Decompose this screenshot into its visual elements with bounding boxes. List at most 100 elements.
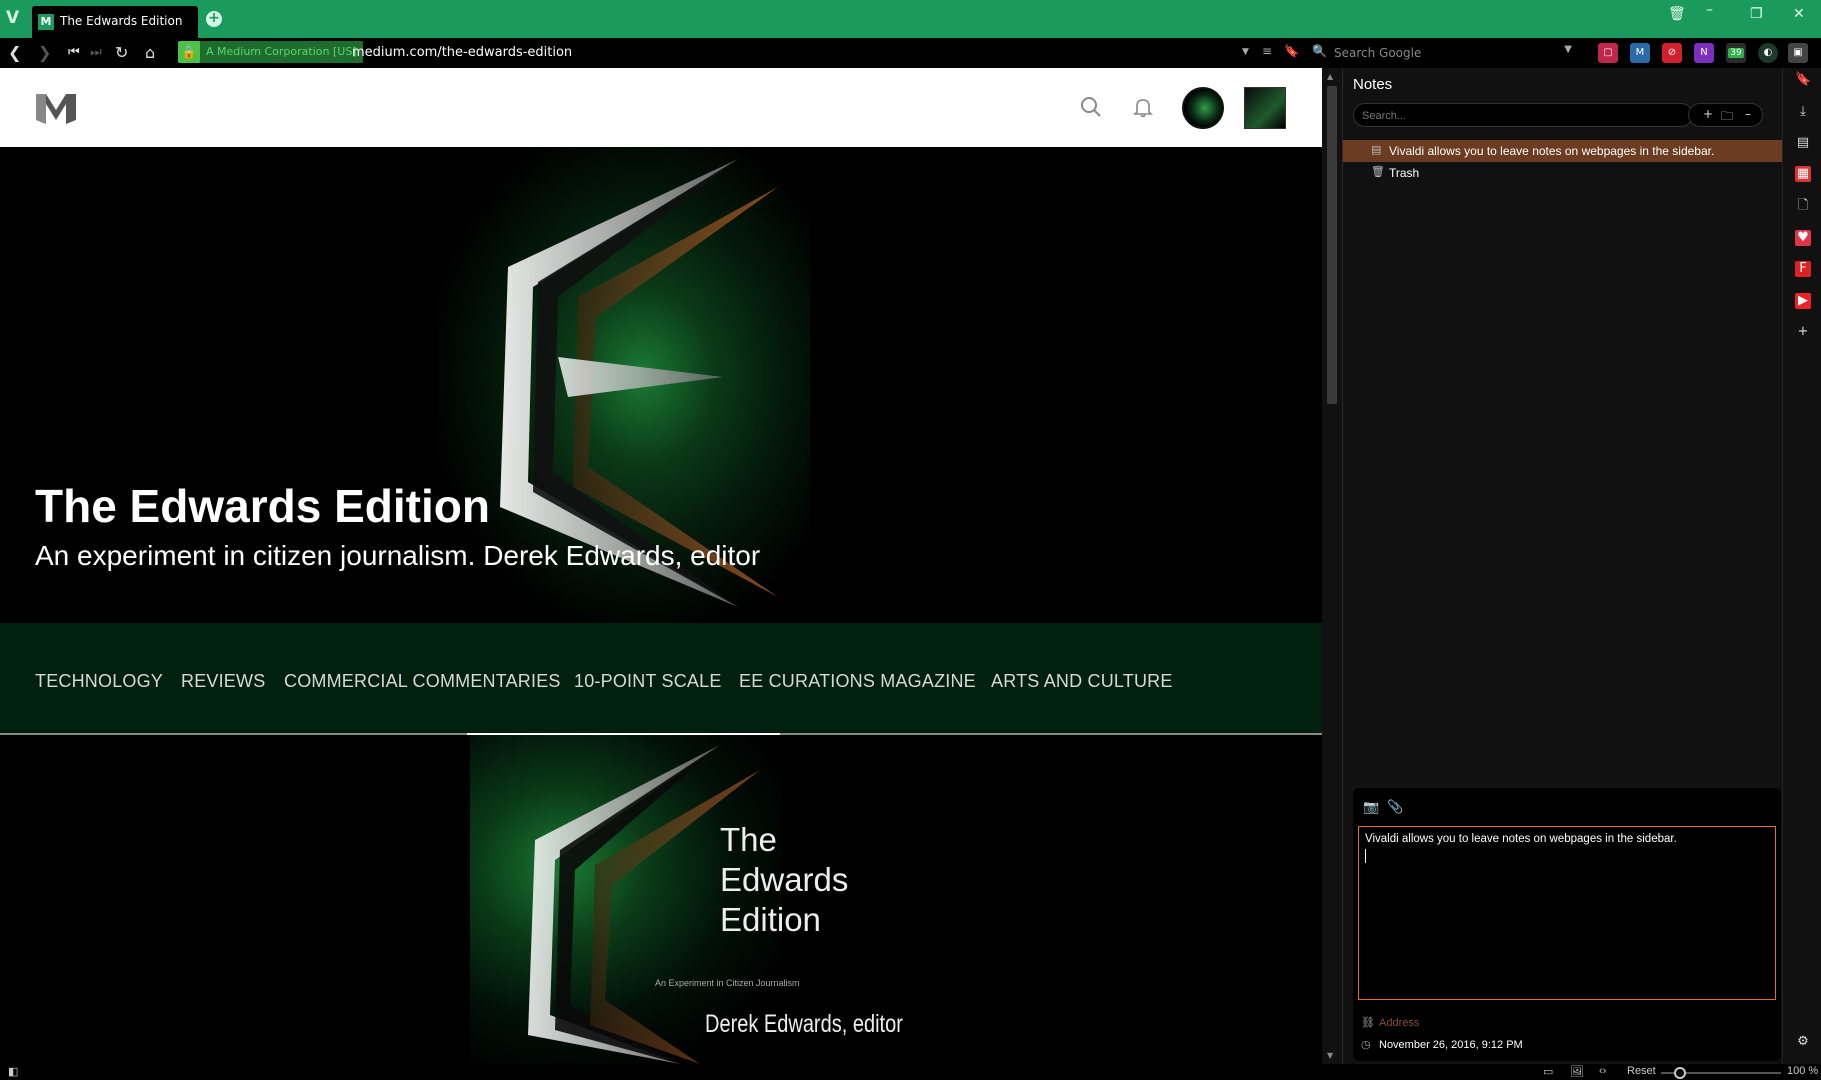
notes-panel-icon[interactable]: ▤ (1795, 135, 1811, 151)
note-item[interactable]: ▤ Vivaldi allows you to leave notes on w… (1343, 140, 1783, 162)
camera-icon[interactable]: 📷 (1363, 800, 1379, 815)
search-engine-dropdown-icon[interactable]: ▼ (1564, 44, 1572, 55)
publication-title: The Edwards Edition (35, 480, 490, 532)
zoom-slider-handle[interactable] (1674, 1067, 1686, 1079)
page-scrollbar[interactable]: ▲ ▼ (1322, 68, 1342, 1064)
cover-title-line: Edwards (720, 861, 849, 898)
zoom-reset-button[interactable]: Reset (1627, 1065, 1656, 1077)
note-editor: 📷 📎 Vivaldi allows you to leave notes on… (1353, 788, 1781, 1061)
scroll-down-icon[interactable]: ▼ (1327, 1051, 1333, 1060)
home-button[interactable]: ⌂ (145, 43, 155, 63)
tiling-icon[interactable]: ▭ (1543, 1065, 1553, 1078)
web-panel-pocket-icon[interactable]: ♥ (1795, 230, 1811, 246)
nav-technology[interactable]: TECHNOLOGY (35, 671, 163, 692)
panel-strip: 🔖 ⤓ ▤ ▦ 🗋 ♥ F ▶ + ⚙ (1782, 68, 1821, 1064)
nav-ee-curations-magazine[interactable]: EE CURATIONS MAGAZINE (739, 671, 976, 692)
note-address-row[interactable]: ⛓ Address (1361, 1016, 1419, 1029)
restore-button[interactable]: ❐ (1750, 6, 1763, 22)
onenote-extension-icon[interactable]: N (1694, 43, 1714, 63)
note-date-row: ◷ November 26, 2016, 9:12 PM (1361, 1038, 1523, 1051)
web-panel-calendar-icon[interactable]: ▦ (1795, 166, 1811, 182)
medium-favicon-icon: M (38, 14, 54, 30)
publication-hero: The Edwards Edition An experiment in cit… (0, 147, 1322, 623)
status-bar: ◧ ▭ 🖼 ‹› Reset 100 % (0, 1064, 1821, 1080)
note-editor-text[interactable]: Vivaldi allows you to leave notes on web… (1358, 826, 1776, 1000)
extensions-menu-icon[interactable]: ▣ (1788, 43, 1808, 63)
web-panel-flipboard-icon[interactable]: F (1795, 261, 1811, 277)
new-folder-button[interactable]: 🗀 (1721, 107, 1733, 128)
close-window-button[interactable]: ✕ (1793, 6, 1805, 22)
twitch-extension-icon[interactable]: ▢ (1598, 43, 1618, 63)
search-icon[interactable] (1080, 96, 1102, 118)
publication-nav: TECHNOLOGY REVIEWS COMMERCIAL COMMENTARI… (0, 623, 1322, 735)
minimize-button[interactable]: – (1706, 2, 1713, 18)
nav-commercial-commentaries[interactable]: COMMERCIAL COMMENTARIES (284, 671, 561, 692)
user-avatar[interactable] (1182, 87, 1224, 129)
cover-editor-line: Derek Edwards, editor (705, 1010, 903, 1038)
link-icon: ⛓ (1361, 1017, 1375, 1029)
vivaldi-menu-icon[interactable]: V (6, 8, 24, 28)
notes-search-input[interactable] (1354, 106, 1692, 126)
search-icon: 🔍 (1312, 44, 1327, 58)
images-toggle-icon[interactable]: 🖼 (1570, 1065, 1584, 1078)
notes-panel-title: Notes (1353, 76, 1393, 93)
trash-folder[interactable]: 🗑 Trash (1343, 162, 1783, 184)
trash-label: Trash (1389, 166, 1420, 180)
web-panel-youtube-icon[interactable]: ▶ (1795, 293, 1811, 309)
publication-thumbnail[interactable] (1244, 87, 1286, 129)
nav-arts-and-culture[interactable]: ARTS AND CULTURE (991, 671, 1173, 692)
bookmark-page-icon[interactable]: 🔖 (1284, 44, 1299, 58)
new-tab-button[interactable]: + (206, 11, 222, 27)
lock-icon: 🔒 (178, 41, 200, 63)
clock-icon: ◷ (1361, 1039, 1371, 1051)
delete-note-button[interactable]: – (1745, 107, 1751, 121)
add-note-button[interactable]: + (1703, 107, 1713, 121)
publication-subtitle: An experiment in citizen journalism. Der… (35, 540, 761, 571)
nav-10-point-scale[interactable]: 10-POINT SCALE (574, 671, 722, 692)
tab-strip: V M The Edwards Edition + 🗑 – ❐ ✕ (0, 0, 1821, 38)
cover-tagline: An Experiment in Citizen Journalism (655, 978, 800, 988)
medium-logo-icon[interactable] (36, 90, 76, 124)
trash-icon[interactable]: 🗑 (1668, 6, 1686, 22)
url-field[interactable]: medium.com/the-edwards-edition (352, 45, 572, 60)
scrollbar-thumb[interactable] (1327, 86, 1337, 404)
attachment-icon[interactable]: 📎 (1387, 800, 1403, 815)
reload-button[interactable]: ↻ (115, 43, 128, 63)
address-placeholder: Address (1379, 1017, 1420, 1029)
scroll-up-icon[interactable]: ▲ (1327, 72, 1333, 81)
page-actions-icon[interactable]: ‹› (1599, 1065, 1606, 1077)
search-field[interactable]: 🔍 Search Google ▼ (1312, 44, 1572, 62)
certificate-label: A Medium Corporation [US] (206, 45, 357, 58)
panel-toggle-icon[interactable]: ◧ (8, 1065, 18, 1078)
nav-reviews[interactable]: REVIEWS (181, 671, 265, 692)
reader-view-icon[interactable]: ≡ (1262, 44, 1272, 58)
notes-panel: Notes + 🗀 – ▤ Vivaldi allows you to leav… (1342, 68, 1783, 1064)
url-dropdown-icon[interactable]: ▼ (1242, 47, 1249, 57)
notes-search[interactable] (1353, 103, 1693, 127)
trash-icon: 🗑 (1371, 165, 1385, 178)
forward-button[interactable]: ❯ (38, 43, 51, 63)
fast-forward-button[interactable]: ⏭ (90, 43, 102, 63)
tab-count-extension-icon[interactable]: 39 (1726, 43, 1746, 63)
medium-header (0, 68, 1322, 147)
back-button[interactable]: ❮ (8, 43, 21, 63)
notifications-bell-icon[interactable] (1132, 96, 1154, 118)
settings-gear-icon[interactable]: ⚙ (1795, 1034, 1811, 1050)
site-security-badge[interactable]: 🔒 A Medium Corporation [US] (178, 41, 363, 63)
note-date: November 26, 2016, 9:12 PM (1379, 1039, 1523, 1051)
cover-title: The Edwards Edition (720, 820, 848, 940)
bookmarks-panel-icon[interactable]: 🔖 (1795, 72, 1811, 88)
text-cursor (1365, 849, 1366, 863)
speed-dial-extension-icon[interactable]: ◐ (1758, 43, 1778, 63)
add-web-panel-button[interactable]: + (1795, 324, 1811, 340)
mercury-extension-icon[interactable]: M (1630, 43, 1650, 63)
web-panel-docs-icon[interactable]: 🗋 (1795, 198, 1811, 214)
cover-title-line: The (720, 821, 777, 858)
cover-title-line: Edition (720, 901, 821, 938)
adblock-extension-icon[interactable]: ⊘ (1662, 43, 1682, 63)
notes-toolbar: + 🗀 – (1688, 103, 1763, 127)
active-tab[interactable]: M The Edwards Edition (32, 6, 198, 38)
rewind-button[interactable]: ⏮ (68, 43, 80, 63)
downloads-panel-icon[interactable]: ⤓ (1795, 104, 1811, 120)
note-icon: ▤ (1371, 143, 1382, 156)
